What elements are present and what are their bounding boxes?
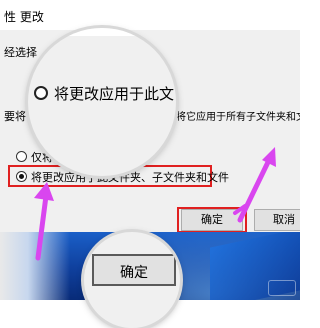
arrow-up-left-icon	[34, 182, 54, 261]
arrow-up-right-icon	[237, 147, 276, 223]
annotation-arrows	[34, 147, 276, 261]
